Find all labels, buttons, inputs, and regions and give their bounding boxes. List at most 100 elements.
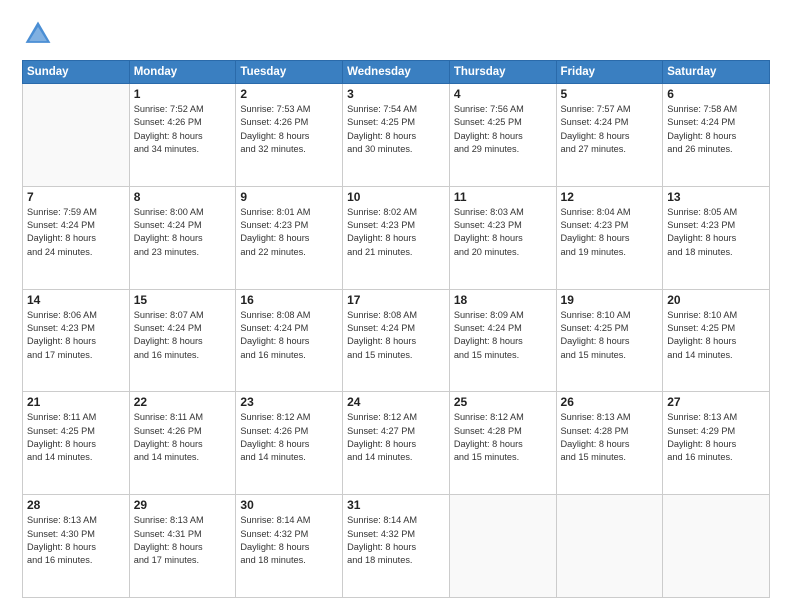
day-number: 21 [27,395,125,409]
day-info: Sunrise: 8:11 AMSunset: 4:25 PMDaylight:… [27,411,125,464]
calendar-cell: 10 Sunrise: 8:02 AMSunset: 4:23 PMDayligh… [343,186,450,289]
calendar-cell: 22 Sunrise: 8:11 AMSunset: 4:26 PMDayligh… [129,392,236,495]
day-info: Sunrise: 8:12 AMSunset: 4:28 PMDaylight:… [454,411,552,464]
calendar-cell: 21 Sunrise: 8:11 AMSunset: 4:25 PMDayligh… [23,392,130,495]
calendar-cell: 29 Sunrise: 8:13 AMSunset: 4:31 PMDayligh… [129,495,236,598]
day-info: Sunrise: 8:09 AMSunset: 4:24 PMDaylight:… [454,309,552,362]
weekday-header: Wednesday [343,61,450,84]
day-info: Sunrise: 8:03 AMSunset: 4:23 PMDaylight:… [454,206,552,259]
calendar-cell: 20 Sunrise: 8:10 AMSunset: 4:25 PMDayligh… [663,289,770,392]
day-info: Sunrise: 8:11 AMSunset: 4:26 PMDaylight:… [134,411,232,464]
logo [22,18,58,50]
calendar-cell: 25 Sunrise: 8:12 AMSunset: 4:28 PMDayligh… [449,392,556,495]
day-info: Sunrise: 7:53 AMSunset: 4:26 PMDaylight:… [240,103,338,156]
calendar-cell: 28 Sunrise: 8:13 AMSunset: 4:30 PMDayligh… [23,495,130,598]
calendar-cell: 30 Sunrise: 8:14 AMSunset: 4:32 PMDayligh… [236,495,343,598]
day-number: 17 [347,293,445,307]
calendar-cell: 5 Sunrise: 7:57 AMSunset: 4:24 PMDaylight… [556,84,663,187]
calendar-cell: 17 Sunrise: 8:08 AMSunset: 4:24 PMDayligh… [343,289,450,392]
calendar-cell: 6Sunrise: 7:58 AMSunset: 4:24 PMDaylight… [663,84,770,187]
day-number: 23 [240,395,338,409]
weekday-header: Monday [129,61,236,84]
weekday-header: Tuesday [236,61,343,84]
calendar-cell: 27 Sunrise: 8:13 AMSunset: 4:29 PMDayligh… [663,392,770,495]
day-number: 19 [561,293,659,307]
day-info: Sunrise: 7:57 AMSunset: 4:24 PMDaylight:… [561,103,659,156]
day-info: Sunrise: 8:12 AMSunset: 4:27 PMDaylight:… [347,411,445,464]
day-info: Sunrise: 8:13 AMSunset: 4:28 PMDaylight:… [561,411,659,464]
calendar-cell: 24 Sunrise: 8:12 AMSunset: 4:27 PMDayligh… [343,392,450,495]
weekday-header: Thursday [449,61,556,84]
calendar-cell [556,495,663,598]
calendar-cell: 23 Sunrise: 8:12 AMSunset: 4:26 PMDayligh… [236,392,343,495]
day-info: Sunrise: 8:04 AMSunset: 4:23 PMDaylight:… [561,206,659,259]
day-number: 6 [667,87,765,101]
day-info: Sunrise: 7:54 AMSunset: 4:25 PMDaylight:… [347,103,445,156]
day-info: Sunrise: 8:13 AMSunset: 4:29 PMDaylight:… [667,411,765,464]
calendar-cell: 2 Sunrise: 7:53 AMSunset: 4:26 PMDaylight… [236,84,343,187]
day-number: 18 [454,293,552,307]
calendar-cell: 3 Sunrise: 7:54 AMSunset: 4:25 PMDaylight… [343,84,450,187]
calendar-cell: 8 Sunrise: 8:00 AMSunset: 4:24 PMDaylight… [129,186,236,289]
day-info: Sunrise: 8:02 AMSunset: 4:23 PMDaylight:… [347,206,445,259]
day-number: 2 [240,87,338,101]
calendar-cell: 9 Sunrise: 8:01 AMSunset: 4:23 PMDaylight… [236,186,343,289]
day-number: 11 [454,190,552,204]
day-info: Sunrise: 7:52 AMSunset: 4:26 PMDaylight:… [134,103,232,156]
day-info: Sunrise: 8:10 AMSunset: 4:25 PMDaylight:… [667,309,765,362]
day-info: Sunrise: 8:01 AMSunset: 4:23 PMDaylight:… [240,206,338,259]
day-number: 27 [667,395,765,409]
day-info: Sunrise: 8:07 AMSunset: 4:24 PMDaylight:… [134,309,232,362]
day-number: 24 [347,395,445,409]
day-number: 8 [134,190,232,204]
day-number: 10 [347,190,445,204]
day-number: 15 [134,293,232,307]
calendar-cell [663,495,770,598]
calendar-week-row: 1 Sunrise: 7:52 AMSunset: 4:26 PMDaylight… [23,84,770,187]
day-number: 22 [134,395,232,409]
day-number: 9 [240,190,338,204]
day-number: 5 [561,87,659,101]
day-info: Sunrise: 8:00 AMSunset: 4:24 PMDaylight:… [134,206,232,259]
day-number: 30 [240,498,338,512]
calendar-cell: 12Sunrise: 8:04 AMSunset: 4:23 PMDayligh… [556,186,663,289]
calendar-cell: 15 Sunrise: 8:07 AMSunset: 4:24 PMDayligh… [129,289,236,392]
day-info: Sunrise: 8:13 AMSunset: 4:30 PMDaylight:… [27,514,125,567]
day-number: 26 [561,395,659,409]
day-info: Sunrise: 8:12 AMSunset: 4:26 PMDaylight:… [240,411,338,464]
weekday-header: Friday [556,61,663,84]
weekday-header-row: SundayMondayTuesdayWednesdayThursdayFrid… [23,61,770,84]
day-info: Sunrise: 8:14 AMSunset: 4:32 PMDaylight:… [347,514,445,567]
day-number: 29 [134,498,232,512]
day-number: 7 [27,190,125,204]
day-number: 20 [667,293,765,307]
header [22,18,770,50]
calendar-table: SundayMondayTuesdayWednesdayThursdayFrid… [22,60,770,598]
day-number: 16 [240,293,338,307]
calendar-cell: 1 Sunrise: 7:52 AMSunset: 4:26 PMDaylight… [129,84,236,187]
day-number: 28 [27,498,125,512]
day-number: 3 [347,87,445,101]
calendar-cell [23,84,130,187]
day-info: Sunrise: 8:08 AMSunset: 4:24 PMDaylight:… [347,309,445,362]
calendar-cell: 19 Sunrise: 8:10 AMSunset: 4:25 PMDayligh… [556,289,663,392]
day-info: Sunrise: 8:05 AMSunset: 4:23 PMDaylight:… [667,206,765,259]
day-number: 4 [454,87,552,101]
day-info: Sunrise: 7:59 AMSunset: 4:24 PMDaylight:… [27,206,125,259]
day-info: Sunrise: 7:56 AMSunset: 4:25 PMDaylight:… [454,103,552,156]
day-number: 1 [134,87,232,101]
calendar-week-row: 7 Sunrise: 7:59 AMSunset: 4:24 PMDaylight… [23,186,770,289]
day-number: 25 [454,395,552,409]
day-info: Sunrise: 8:13 AMSunset: 4:31 PMDaylight:… [134,514,232,567]
day-info: Sunrise: 8:10 AMSunset: 4:25 PMDaylight:… [561,309,659,362]
calendar-cell: 26 Sunrise: 8:13 AMSunset: 4:28 PMDayligh… [556,392,663,495]
calendar-week-row: 21 Sunrise: 8:11 AMSunset: 4:25 PMDayligh… [23,392,770,495]
calendar-cell: 18 Sunrise: 8:09 AMSunset: 4:24 PMDayligh… [449,289,556,392]
calendar-cell: 16 Sunrise: 8:08 AMSunset: 4:24 PMDayligh… [236,289,343,392]
page: SundayMondayTuesdayWednesdayThursdayFrid… [0,0,792,612]
day-info: Sunrise: 8:14 AMSunset: 4:32 PMDaylight:… [240,514,338,567]
calendar-week-row: 28 Sunrise: 8:13 AMSunset: 4:30 PMDayligh… [23,495,770,598]
calendar-cell: 31Sunrise: 8:14 AMSunset: 4:32 PMDayligh… [343,495,450,598]
calendar-cell: 13Sunrise: 8:05 AMSunset: 4:23 PMDayligh… [663,186,770,289]
day-info: Sunrise: 8:08 AMSunset: 4:24 PMDaylight:… [240,309,338,362]
